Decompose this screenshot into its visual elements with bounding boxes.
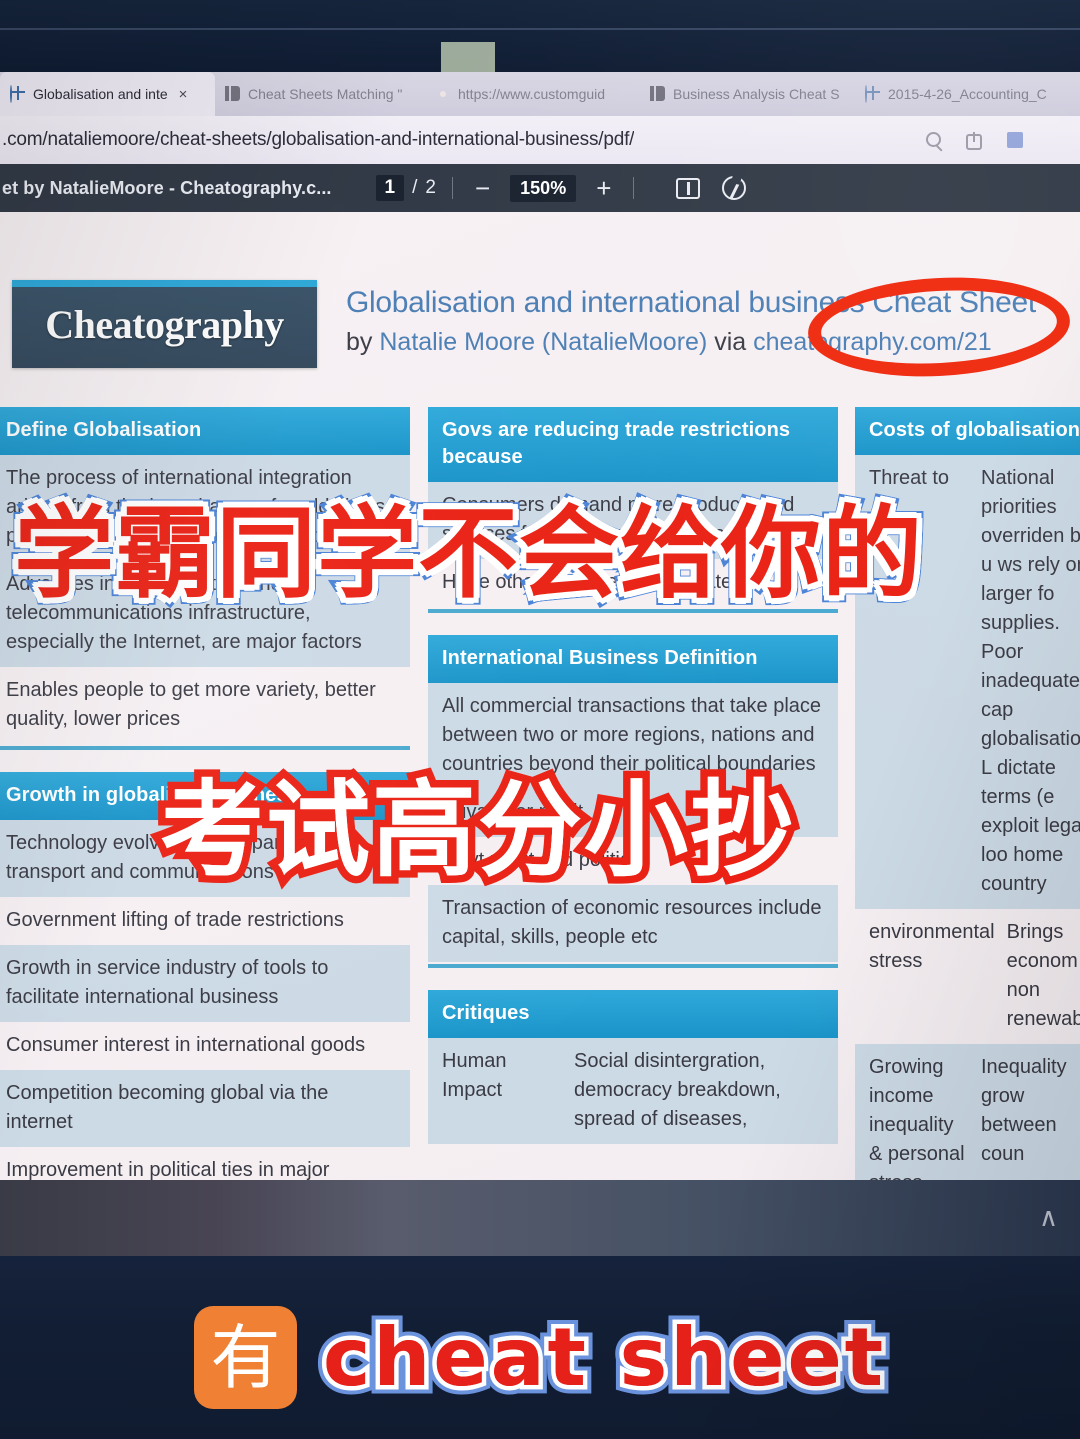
close-icon[interactable]: ×	[175, 86, 192, 103]
zoom-level[interactable]: 150%	[510, 174, 577, 202]
row-key: environmental stress	[869, 921, 995, 972]
url-text[interactable]: .com/nataliemoore/cheat-sheets/globalisa…	[0, 129, 634, 151]
overlay-line-2-fill: 考试高分小抄	[160, 769, 797, 891]
viewer-background	[0, 1180, 1080, 1268]
book-icon	[650, 86, 666, 102]
card-row: Transaction of economic resources includ…	[428, 885, 838, 962]
card-header: Define Globalisation	[0, 407, 410, 455]
browser-tab-4[interactable]: 2015-4-26_Accounting_C	[855, 72, 1080, 116]
byline-prefix: by	[346, 328, 380, 356]
fit-page-icon[interactable]	[676, 177, 701, 199]
laptop-bezel-top	[0, 0, 1080, 72]
zoom-out-button[interactable]: −	[469, 175, 496, 201]
row-value: Inequality grow between coun	[981, 1056, 1067, 1165]
card-critiques: Critiques Human Impact Social disintergr…	[428, 990, 838, 1144]
card-row: Human Impact Social disintergration, dem…	[428, 1038, 838, 1144]
card-row: Growth in service industry of tools to f…	[0, 945, 410, 1022]
page-total: 2	[425, 177, 436, 198]
more-icon[interactable]	[1044, 129, 1066, 151]
globe-icon	[10, 85, 26, 103]
overlay-text-line-2: 考试高分小抄 考试高分小抄	[152, 769, 1080, 891]
toolbar-divider	[451, 177, 453, 199]
card-row: environmental stress Brings econom non r…	[855, 909, 1080, 1044]
caption-text: cheat sheet cheat sheet cheat sheet	[314, 1309, 891, 1406]
row-value: Social disintergration, democracy breakd…	[574, 1050, 781, 1130]
zoom-in-button[interactable]: +	[590, 175, 617, 201]
card-footer-rule	[428, 964, 838, 968]
card-row: Enables people to get more variety, bett…	[6, 679, 376, 730]
browser-tab-1[interactable]: Cheat Sheets Matching "	[215, 72, 425, 116]
browser-tab-3[interactable]: Business Analysis Cheat S	[640, 72, 855, 116]
tab-label: Globalisation and inte	[33, 86, 168, 102]
orange-dot-icon	[435, 86, 451, 102]
overlay-text-line-1: 学霸同学不会给你的 学霸同学不会给你的 学霸同学不会给你的	[7, 495, 1074, 612]
card-header: International Business Definition	[428, 635, 838, 683]
chevron-up-icon[interactable]: ∧	[1039, 1204, 1058, 1230]
card-footer-rule	[0, 746, 410, 750]
row-value: Brings econom non renewable	[1006, 921, 1080, 1030]
row-key: Growing income inequality & personal str…	[869, 1056, 965, 1180]
card-header: Costs of globalisation	[855, 407, 1080, 455]
rotate-icon[interactable]	[722, 176, 747, 200]
tab-label: 2015-4-26_Accounting_C	[888, 86, 1047, 102]
browser-tab-2[interactable]: https://www.customguid	[425, 72, 640, 116]
card-row: Competition becoming global via the inte…	[0, 1070, 410, 1147]
pdf-toolbar-right	[676, 176, 747, 200]
pdf-document-title: et by NatalieMoore - Cheatography.c...	[2, 177, 332, 198]
tab-label: Cheat Sheets Matching "	[248, 86, 403, 102]
card-row: Government lifting of trade restrictions	[6, 909, 344, 931]
byline-via: via	[707, 328, 754, 356]
omnibox-actions	[924, 129, 1080, 151]
card-row: Growing income inequality & personal str…	[855, 1044, 1080, 1180]
logo-text: Cheatography	[45, 301, 284, 347]
address-bar[interactable]: .com/nataliemoore/cheat-sheets/globalisa…	[0, 116, 1080, 164]
pdf-viewer-toolbar: et by NatalieMoore - Cheatography.c... 1…	[0, 164, 1080, 212]
tab-label: https://www.customguid	[458, 86, 606, 102]
book-icon	[225, 86, 241, 102]
row-key: Human Impact	[442, 1050, 507, 1101]
browser-tab-strip: Globalisation and inte × Cheat Sheets Ma…	[0, 72, 1080, 116]
toolbar-divider	[633, 177, 635, 199]
pdf-pager: 1 / 2	[375, 175, 436, 201]
search-icon[interactable]	[924, 129, 946, 151]
page-number-input[interactable]: 1	[375, 175, 405, 201]
card-header: Govs are reducing trade restrictions bec…	[428, 407, 838, 482]
overlay-line-1-fill: 学霸同学不会给你的	[14, 495, 923, 612]
photographed-screen: Globalisation and inte × Cheat Sheets Ma…	[0, 0, 1080, 1439]
cheatography-logo: Cheatography	[12, 280, 317, 368]
caption-fill: cheat sheet	[322, 1310, 887, 1404]
collections-icon[interactable]	[1004, 129, 1026, 151]
badge-icon: 有	[193, 1306, 297, 1409]
card-row: Consumer interest in international goods	[6, 1034, 366, 1056]
bezel-seam	[0, 28, 1080, 30]
page-separator: /	[412, 177, 418, 198]
card-header: Critiques	[428, 990, 838, 1038]
author-link[interactable]: Natalie Moore (NatalieMoore)	[379, 328, 707, 356]
share-icon[interactable]	[964, 129, 986, 151]
tab-label: Business Analysis Cheat S	[673, 86, 840, 102]
card-row: Improvement in political ties in major e…	[6, 1159, 330, 1180]
browser-tab-0[interactable]: Globalisation and inte ×	[0, 72, 215, 116]
bottom-caption: 有 cheat sheet cheat sheet cheat sheet	[0, 1300, 1080, 1415]
webcam-notch	[441, 42, 495, 72]
globe-icon	[865, 85, 881, 103]
